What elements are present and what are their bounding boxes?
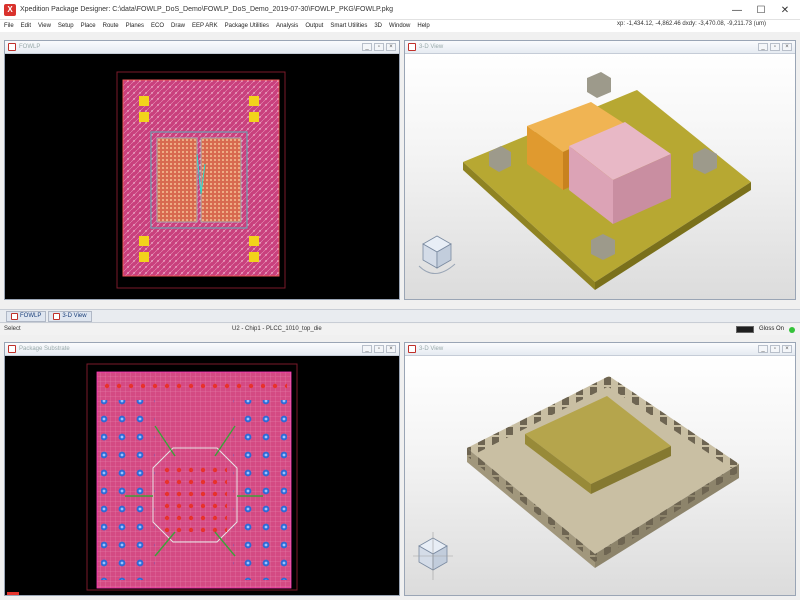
status-selection: U2 - Chip1 - PLCC_1010_top_die bbox=[232, 326, 322, 332]
panel-close-button[interactable]: × bbox=[782, 345, 792, 353]
menu-eco[interactable]: ECO bbox=[151, 23, 164, 29]
layout-canvas[interactable] bbox=[5, 54, 399, 299]
panel-title: Package Substrate bbox=[19, 346, 70, 352]
pad-tl-1 bbox=[139, 96, 149, 106]
status-indicator-icon bbox=[789, 327, 795, 333]
pad-tr-2 bbox=[249, 112, 259, 122]
panel-minimize-button[interactable]: _ bbox=[758, 43, 768, 51]
status-mode: Select bbox=[4, 326, 21, 332]
substrate-layout-drawing bbox=[7, 363, 298, 595]
panel-restore-button[interactable]: ▫ bbox=[770, 43, 780, 51]
pad-bl-2 bbox=[139, 252, 149, 262]
menu-view[interactable]: View bbox=[38, 23, 51, 29]
fowlp-layout-panel: FOWLP _ ▫ × bbox=[4, 40, 400, 300]
panel-restore-button[interactable]: ▫ bbox=[374, 43, 384, 51]
pad-br-1 bbox=[249, 236, 259, 246]
tab-fowlp[interactable]: FOWLP bbox=[6, 310, 47, 322]
menu-package-utilities[interactable]: Package Utilities bbox=[225, 23, 269, 29]
app-logo-icon: X bbox=[4, 3, 16, 16]
ball-field-left bbox=[101, 400, 155, 580]
menu-bar: File Edit View Setup Place Route Planes … bbox=[0, 20, 800, 32]
document-icon bbox=[53, 312, 61, 320]
menu-setup[interactable]: Setup bbox=[58, 23, 74, 29]
view-cube-icon[interactable] bbox=[418, 235, 456, 274]
die-right bbox=[200, 137, 242, 223]
document-icon bbox=[408, 43, 416, 51]
window-title: Xpedition Package Designer: C:\data\FOWL… bbox=[20, 6, 393, 13]
bump-top bbox=[587, 72, 611, 98]
document-icon bbox=[408, 345, 416, 353]
panel-header: FOWLP _ ▫ × bbox=[5, 41, 399, 54]
document-tab-strip: FOWLP 3-D View bbox=[0, 309, 800, 323]
panel-title: FOWLP bbox=[19, 44, 41, 50]
menu-place[interactable]: Place bbox=[81, 23, 96, 29]
progress-marker bbox=[7, 592, 19, 595]
status-bar: Select U2 - Chip1 - PLCC_1010_top_die Gl… bbox=[0, 324, 800, 335]
view-cube-icon[interactable] bbox=[413, 532, 453, 580]
die-left bbox=[156, 137, 198, 223]
tab-3d-view[interactable]: 3-D View bbox=[48, 310, 92, 322]
plcc-3d-model bbox=[413, 376, 739, 580]
menu-edit[interactable]: Edit bbox=[21, 23, 31, 29]
pad-br-2 bbox=[249, 252, 259, 262]
maximize-button[interactable]: ☐ bbox=[750, 2, 772, 18]
menu-file[interactable]: File bbox=[4, 23, 14, 29]
panel-header: Package Substrate _ ▫ × bbox=[5, 343, 399, 356]
fowlp-3d-view-panel: 3-D View _ ▫ × bbox=[404, 40, 796, 300]
minimize-button[interactable]: — bbox=[726, 2, 748, 18]
menu-window[interactable]: Window bbox=[389, 23, 410, 29]
document-icon bbox=[11, 312, 18, 320]
close-button[interactable]: ✕ bbox=[774, 2, 796, 18]
via-row-top bbox=[101, 376, 287, 394]
panel-close-button[interactable]: × bbox=[386, 43, 396, 51]
menu-eep-ark[interactable]: EEP ARK bbox=[192, 23, 218, 29]
3d-viewport[interactable] bbox=[405, 356, 795, 595]
tab-label: FOWLP bbox=[20, 313, 42, 319]
document-icon bbox=[8, 345, 16, 353]
panel-minimize-button[interactable]: _ bbox=[362, 345, 372, 353]
panel-title: 3-D View bbox=[419, 44, 444, 50]
gloss-swatch[interactable] bbox=[736, 326, 754, 333]
coordinate-readout: xp: -1,434.12, -4,862.46 dxdy: -3,470.08… bbox=[617, 21, 766, 27]
substrate-canvas[interactable] bbox=[5, 356, 399, 595]
fowlp-3d-model bbox=[418, 72, 751, 290]
panel-close-button[interactable]: × bbox=[386, 345, 396, 353]
panel-restore-button[interactable]: ▫ bbox=[374, 345, 384, 353]
pad-tl-2 bbox=[139, 112, 149, 122]
menu-route[interactable]: Route bbox=[103, 23, 119, 29]
title-bar: X Xpedition Package Designer: C:\data\FO… bbox=[0, 0, 800, 20]
menu-draw[interactable]: Draw bbox=[171, 23, 185, 29]
plcc-3d-view-panel: 3-D View _ ▫ × bbox=[404, 342, 796, 596]
menu-analysis[interactable]: Analysis bbox=[276, 23, 298, 29]
die-bump-field bbox=[163, 460, 227, 532]
menu-output[interactable]: Output bbox=[305, 23, 323, 29]
pad-bl-1 bbox=[139, 236, 149, 246]
menu-smart-utilities[interactable]: Smart Utilities bbox=[330, 23, 367, 29]
gloss-toggle-label[interactable]: Gloss On bbox=[759, 326, 784, 332]
menu-help[interactable]: Help bbox=[417, 23, 429, 29]
ball-field-right bbox=[233, 400, 287, 580]
panel-minimize-button[interactable]: _ bbox=[362, 43, 372, 51]
panel-header: 3-D View _ ▫ × bbox=[405, 343, 795, 356]
fowlp-layout-drawing bbox=[116, 71, 286, 289]
panel-restore-button[interactable]: ▫ bbox=[770, 345, 780, 353]
menu-planes[interactable]: Planes bbox=[126, 23, 144, 29]
package-substrate-panel: Package Substrate _ ▫ × bbox=[4, 342, 400, 596]
pad-tr-1 bbox=[249, 96, 259, 106]
panel-close-button[interactable]: × bbox=[782, 43, 792, 51]
menu-3d[interactable]: 3D bbox=[374, 23, 382, 29]
panel-header: 3-D View _ ▫ × bbox=[405, 41, 795, 54]
panel-minimize-button[interactable]: _ bbox=[758, 345, 768, 353]
panel-title: 3-D View bbox=[419, 346, 444, 352]
3d-viewport[interactable] bbox=[405, 54, 795, 299]
tab-label: 3-D View bbox=[62, 313, 87, 319]
document-icon bbox=[8, 43, 16, 51]
